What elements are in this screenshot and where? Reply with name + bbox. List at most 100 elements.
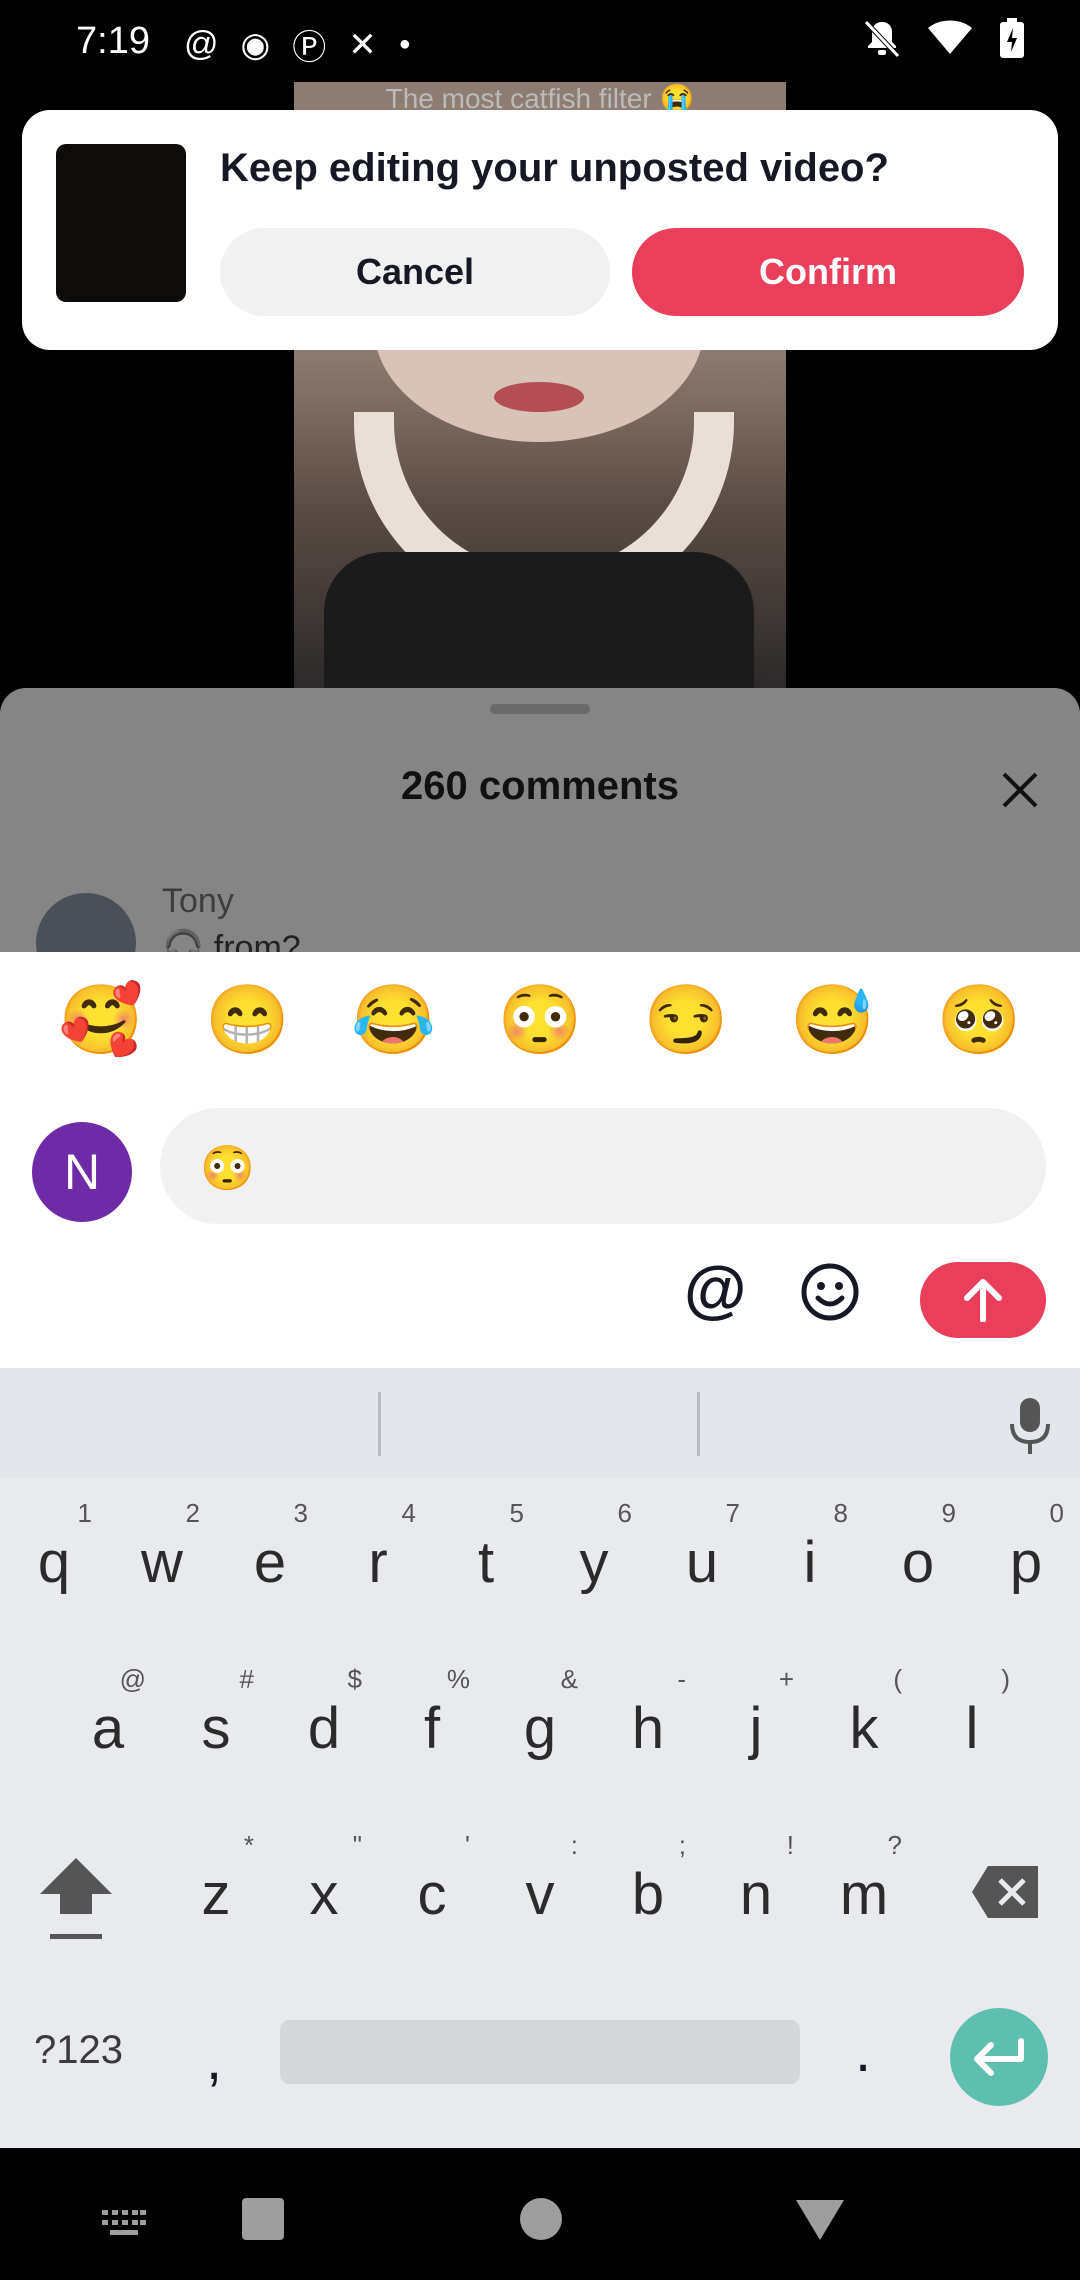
key-e[interactable]: 3e bbox=[220, 1498, 320, 1618]
status-bar: 7:19 @ ◉ Ⓟ ✕ ● bbox=[0, 0, 1080, 84]
key-t[interactable]: 5t bbox=[436, 1498, 536, 1618]
key-b[interactable]: ; b bbox=[598, 1830, 698, 1950]
arrow-up-icon bbox=[964, 1279, 1002, 1322]
key-l[interactable]: ) l bbox=[922, 1664, 1022, 1784]
emoji-button[interactable]: 🥺 bbox=[929, 980, 1029, 1060]
comment-author[interactable]: Tony bbox=[162, 882, 234, 921]
navigation-bar bbox=[0, 2148, 1080, 2280]
key-z[interactable]: * z bbox=[166, 1830, 266, 1950]
system-icons bbox=[864, 18, 1024, 58]
key-c[interactable]: ' c bbox=[382, 1830, 482, 1950]
confirm-button[interactable]: Confirm bbox=[632, 228, 1024, 316]
key-label: l bbox=[965, 1696, 979, 1761]
wifi-icon bbox=[928, 20, 972, 54]
emoji-button[interactable]: 😅 bbox=[783, 980, 883, 1060]
key-secondary-label: 5 bbox=[509, 1498, 524, 1528]
key-y[interactable]: 6y bbox=[544, 1498, 644, 1618]
key-label: i bbox=[803, 1530, 817, 1595]
key-m[interactable]: ? m bbox=[814, 1830, 914, 1950]
key-o[interactable]: 9o bbox=[868, 1498, 968, 1618]
bell-off-icon bbox=[864, 20, 900, 58]
key-x[interactable]: " x bbox=[274, 1830, 374, 1950]
emoji-button[interactable]: 😏 bbox=[636, 980, 736, 1060]
space-key[interactable] bbox=[280, 2020, 800, 2084]
dialog-title: Keep editing your unposted video? bbox=[220, 146, 889, 190]
key-label: b bbox=[631, 1862, 665, 1927]
comma-key[interactable]: , bbox=[206, 2026, 222, 2093]
comment-count: 260 comments bbox=[401, 764, 679, 808]
comment-input-value: 😳 bbox=[200, 1144, 255, 1193]
key-secondary-label: 7 bbox=[725, 1498, 740, 1528]
send-button[interactable] bbox=[920, 1262, 1046, 1338]
draft-thumbnail bbox=[56, 144, 186, 302]
keyboard-switch-icon[interactable] bbox=[102, 2210, 146, 2238]
key-label: m bbox=[839, 1862, 889, 1927]
symbols-key[interactable]: ?123 bbox=[34, 2028, 123, 2073]
quick-emoji-bar: 🥰 😁 😂 😳 😏 😅 🥺 bbox=[0, 980, 1080, 1060]
key-q[interactable]: 1q bbox=[4, 1498, 104, 1618]
key-d[interactable]: $ d bbox=[274, 1664, 374, 1784]
key-v[interactable]: :v bbox=[490, 1830, 590, 1950]
cancel-button[interactable]: Cancel bbox=[220, 228, 610, 316]
key-h[interactable]: -h bbox=[598, 1664, 698, 1784]
pinterest-icon: Ⓟ bbox=[292, 29, 327, 67]
key-label: q bbox=[37, 1530, 71, 1595]
comment-composer: 🥰 😁 😂 😳 😏 😅 🥺 N 😳 @ bbox=[0, 952, 1080, 1368]
key-i[interactable]: 8i bbox=[760, 1498, 860, 1618]
key-secondary-label: & bbox=[560, 1664, 578, 1694]
key-label: j bbox=[749, 1696, 763, 1761]
mention-button[interactable]: @ bbox=[684, 1252, 746, 1326]
key-label: d bbox=[307, 1696, 341, 1761]
period-key[interactable]: . bbox=[855, 2018, 871, 2085]
avatar[interactable] bbox=[36, 893, 136, 952]
suggestion-divider bbox=[697, 1392, 700, 1456]
key-j[interactable]: + j bbox=[706, 1664, 806, 1784]
emoji-button[interactable]: 😂 bbox=[344, 980, 444, 1060]
enter-key[interactable] bbox=[950, 2008, 1048, 2106]
key-label: c bbox=[417, 1862, 447, 1927]
key-label: y bbox=[579, 1530, 609, 1595]
key-f[interactable]: % f bbox=[382, 1664, 482, 1784]
key-label: s bbox=[201, 1696, 231, 1761]
key-label: t bbox=[477, 1530, 495, 1595]
key-secondary-label: 1 bbox=[77, 1498, 92, 1528]
recents-button[interactable] bbox=[242, 2198, 284, 2240]
emoji-button[interactable]: 🥰 bbox=[51, 980, 151, 1060]
key-a[interactable]: @ a bbox=[58, 1664, 158, 1784]
key-label: g bbox=[523, 1696, 557, 1761]
backspace-icon[interactable] bbox=[970, 1864, 1040, 1920]
suggestion-divider bbox=[378, 1392, 381, 1456]
key-n[interactable]: ! n bbox=[706, 1830, 806, 1950]
video-lips bbox=[494, 382, 584, 412]
key-k[interactable]: (k bbox=[814, 1664, 914, 1784]
close-icon[interactable] bbox=[1000, 770, 1040, 810]
shift-icon[interactable] bbox=[36, 1854, 116, 1944]
circle-icon: ◉ bbox=[240, 25, 271, 64]
emoji-button[interactable]: 😳 bbox=[490, 980, 590, 1060]
key-secondary-label: 3 bbox=[293, 1498, 308, 1528]
back-button[interactable] bbox=[796, 2200, 844, 2240]
emoji-button[interactable]: 😁 bbox=[197, 980, 297, 1060]
key-secondary-label: ! bbox=[786, 1830, 794, 1860]
home-button[interactable] bbox=[520, 2198, 562, 2240]
soft-keyboard: 1q2w3e4r5t6y7u8i9o0p @ a # s $ d% f & g - h + j(k) l … bbox=[0, 1368, 1080, 2148]
key-r[interactable]: 4r bbox=[328, 1498, 428, 1618]
key-g[interactable]: & g bbox=[490, 1664, 590, 1784]
emoji-picker-icon[interactable] bbox=[800, 1262, 860, 1322]
key-label: a bbox=[91, 1696, 125, 1761]
key-secondary-label: # bbox=[239, 1664, 254, 1694]
microphone-icon[interactable] bbox=[1008, 1396, 1052, 1456]
key-label: r bbox=[368, 1530, 388, 1595]
comment-input[interactable]: 😳 bbox=[160, 1108, 1046, 1224]
key-label: w bbox=[141, 1530, 183, 1595]
key-u[interactable]: 7u bbox=[652, 1498, 752, 1618]
dot-icon: ● bbox=[398, 33, 411, 55]
key-w[interactable]: 2w bbox=[112, 1498, 212, 1618]
capcut-icon: ✕ bbox=[348, 25, 377, 64]
key-s[interactable]: # s bbox=[166, 1664, 266, 1784]
sheet-drag-handle[interactable] bbox=[490, 704, 590, 714]
key-secondary-label: 6 bbox=[617, 1498, 632, 1528]
key-secondary-label: - bbox=[677, 1664, 686, 1694]
key-label: e bbox=[253, 1530, 287, 1595]
key-p[interactable]: 0p bbox=[976, 1498, 1076, 1618]
